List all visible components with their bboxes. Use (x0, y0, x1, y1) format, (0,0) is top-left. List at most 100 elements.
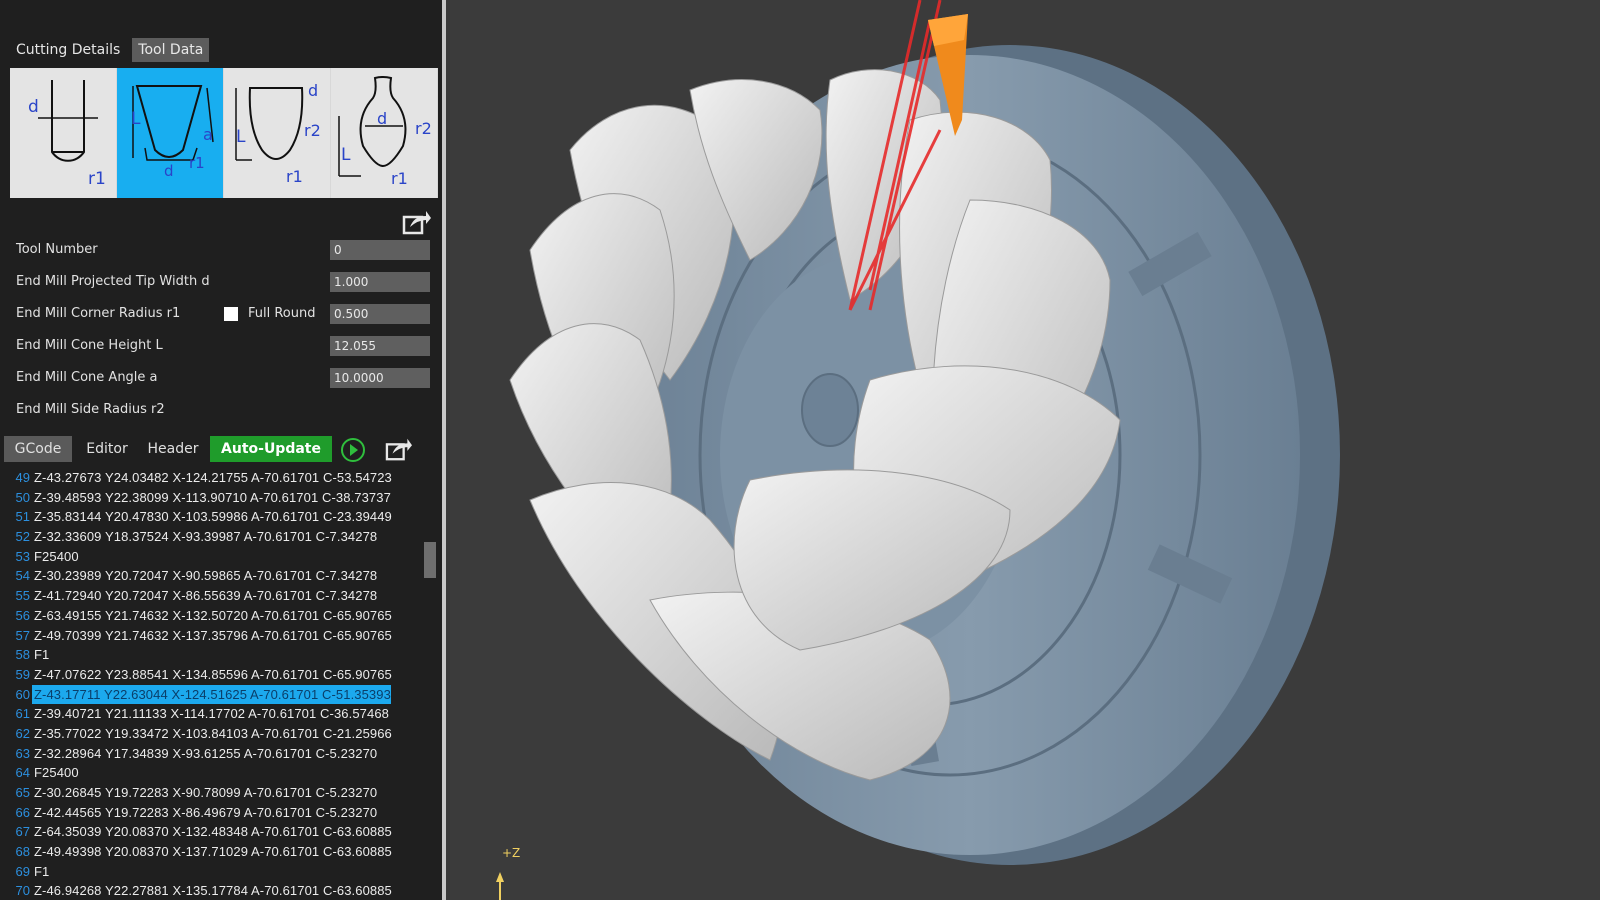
param-cone-height: End Mill Cone Height L 12.055 (16, 336, 430, 358)
gcode-line[interactable]: 66 Z-42.44565 Y19.72283 X-86.49679 A-70.6… (0, 803, 420, 823)
line-content: Z-39.48593 Y22.38099 X-113.90710 A-70.61… (34, 489, 391, 505)
svg-text:d: d (377, 109, 387, 128)
svg-text:r1: r1 (189, 154, 205, 172)
tool-shape-selector: d r1 L a d r1 d L r2 r1 d L r2 r1 (10, 68, 438, 198)
gcode-line[interactable]: 62 Z-35.77022 Y19.33472 X-103.84103 A-70.… (0, 724, 420, 744)
line-content: F25400 (34, 765, 79, 781)
line-content: F25400 (34, 548, 79, 564)
axis-z-label: +Z (502, 846, 521, 860)
line-number: 56 (15, 607, 30, 623)
gear-model-render (496, 0, 1340, 900)
param-label: End Mill Projected Tip Width d (16, 274, 210, 289)
gcode-line[interactable]: 55 Z-41.72940 Y20.72047 X-86.55639 A-70.6… (0, 586, 420, 606)
gcode-line[interactable]: 58 F1 (0, 645, 420, 665)
param-label: End Mill Side Radius r2 (16, 402, 165, 417)
gcode-line[interactable]: 52 Z-32.33609 Y18.37524 X-93.39987 A-70.6… (0, 527, 420, 547)
gcode-line[interactable]: 57 Z-49.70399 Y21.74632 X-137.35796 A-70.… (0, 626, 420, 646)
line-number: 63 (15, 745, 30, 761)
gcode-line[interactable]: 68 Z-49.49398 Y20.08370 X-137.71029 A-70.… (0, 842, 420, 862)
3d-viewport[interactable]: +Z (450, 0, 1600, 900)
tip-width-input[interactable]: 1.000 (330, 272, 430, 292)
line-content: Z-35.77022 Y19.33472 X-103.84103 A-70.61… (34, 725, 392, 741)
gcode-line[interactable]: 56 Z-63.49155 Y21.74632 X-132.50720 A-70.… (0, 606, 420, 626)
param-label: Tool Number (16, 242, 98, 257)
line-number: 51 (15, 509, 30, 525)
play-circle-icon[interactable] (340, 437, 366, 463)
tool-shape-tapered-end-mill[interactable]: L a d r1 (117, 68, 224, 198)
svg-text:d: d (308, 81, 318, 100)
full-round-toggle[interactable]: Full Round (224, 306, 316, 321)
line-number: 52 (15, 529, 30, 545)
tab-tool-data[interactable]: Tool Data (132, 38, 210, 62)
line-content: F1 (34, 863, 50, 879)
tool-shape-ball-end-mill[interactable]: d r1 (10, 68, 117, 198)
gcode-listing[interactable]: 49 Z-43.27673 Y24.03482 X-124.21755 A-70.… (0, 468, 420, 900)
gcode-line[interactable]: 53 F25400 (0, 547, 420, 567)
scrollbar-thumb[interactable] (424, 542, 436, 578)
param-cone-angle: End Mill Cone Angle a 10.0000 (16, 368, 430, 390)
barrel-tool-icon: d L r2 r1 (235, 81, 321, 186)
line-content: Z-49.70399 Y21.74632 X-137.35796 A-70.61… (34, 627, 392, 643)
gcode-line[interactable]: 61 Z-39.40721 Y21.11133 X-114.17702 A-70.… (0, 704, 420, 724)
cone-height-input[interactable]: 12.055 (330, 336, 430, 356)
gcode-line[interactable]: 54 Z-30.23989 Y20.72047 X-90.59865 A-70.6… (0, 566, 420, 586)
gcode-line[interactable]: 59 Z-47.07622 Y23.88541 X-134.85596 A-70.… (0, 665, 420, 685)
export-icon[interactable] (384, 436, 414, 462)
gcode-line[interactable]: 67 Z-64.35039 Y20.08370 X-132.48348 A-70.… (0, 822, 420, 842)
full-round-checkbox[interactable] (224, 306, 238, 321)
line-content: Z-64.35039 Y20.08370 X-132.48348 A-70.61… (34, 824, 392, 840)
line-content: Z-41.72940 Y20.72047 X-86.55639 A-70.617… (34, 588, 378, 604)
gcode-line[interactable]: 60 Z-43.17711 Y22.63044 X-124.51625 A-70.… (0, 684, 420, 705)
line-content: Z-32.33609 Y18.37524 X-93.39987 A-70.617… (34, 529, 378, 545)
gcode-line[interactable]: 64 F25400 (0, 763, 420, 783)
svg-text:r2: r2 (415, 119, 432, 138)
line-content: Z-30.26845 Y19.72283 X-90.78099 A-70.617… (34, 785, 378, 800)
export-icon[interactable] (402, 208, 432, 236)
gcode-line[interactable]: 70 Z-46.94268 Y22.27881 X-135.17784 A-70.… (0, 881, 420, 900)
param-label: End Mill Corner Radius r1 (16, 306, 181, 321)
svg-text:L: L (236, 127, 246, 147)
line-content: Z-32.28964 Y17.34839 X-93.61255 A-70.617… (34, 745, 378, 761)
tab-cutting-details[interactable]: Cutting Details (10, 38, 126, 62)
line-number: 58 (15, 647, 30, 663)
line-number: 62 (15, 725, 30, 741)
panel-tabs: Cutting Details Tool Data (10, 38, 215, 62)
gcode-line[interactable]: 51 Z-35.83144 Y20.47830 X-103.59986 A-70.… (0, 507, 420, 527)
corner-radius-input[interactable]: 0.500 (330, 304, 430, 324)
gcode-line[interactable]: 49 Z-43.27673 Y24.03482 X-124.21755 A-70.… (0, 468, 420, 488)
tool-shape-lens[interactable]: d L r2 r1 (331, 68, 438, 198)
svg-text:r1: r1 (391, 169, 408, 188)
line-content: Z-42.44565 Y19.72283 X-86.49679 A-70.617… (34, 804, 378, 820)
line-content: Z-30.23989 Y20.72047 X-90.59865 A-70.617… (34, 568, 378, 584)
auto-update-button[interactable]: Auto-Update (210, 436, 332, 462)
svg-text:r1: r1 (88, 169, 106, 189)
line-number: 59 (15, 666, 30, 682)
tab-header[interactable]: Header (140, 436, 206, 462)
line-number: 54 (15, 568, 30, 584)
line-content: Z-43.17711 Y22.63044 X-124.51625 A-70.61… (32, 684, 391, 705)
tool-shape-barrel[interactable]: d L r2 r1 (224, 68, 331, 198)
svg-text:L: L (341, 145, 351, 165)
line-number: 57 (15, 627, 30, 643)
tab-gcode[interactable]: GCode (4, 436, 72, 462)
line-number: 68 (15, 844, 30, 860)
code-tabs: GCode Editor Header Auto-Update (4, 436, 438, 462)
gcode-scrollbar[interactable] (422, 468, 438, 900)
line-number: 69 (15, 863, 30, 879)
gcode-line[interactable]: 69 F1 (0, 862, 420, 882)
line-content: Z-35.83144 Y20.47830 X-103.59986 A-70.61… (34, 509, 392, 525)
line-number: 66 (15, 804, 30, 820)
tab-editor[interactable]: Editor (74, 436, 140, 462)
svg-text:L: L (131, 109, 141, 129)
tool-number-input[interactable]: 0 (330, 240, 430, 260)
gcode-line[interactable]: 63 Z-32.28964 Y17.34839 X-93.61255 A-70.6… (0, 744, 420, 764)
param-corner-radius: End Mill Corner Radius r1 Full Round 0.5… (16, 304, 430, 326)
param-tip-width: End Mill Projected Tip Width d 1.000 (16, 272, 430, 294)
svg-text:d: d (28, 97, 39, 117)
line-content: Z-43.27673 Y24.03482 X-124.21755 A-70.61… (34, 470, 392, 485)
line-content: Z-39.40721 Y21.11133 X-114.17702 A-70.61… (34, 706, 389, 722)
cone-angle-input[interactable]: 10.0000 (330, 368, 430, 388)
gcode-line[interactable]: 50 Z-39.48593 Y22.38099 X-113.90710 A-70.… (0, 488, 420, 508)
line-number: 70 (15, 883, 30, 899)
gcode-line[interactable]: 65 Z-30.26845 Y19.72283 X-90.78099 A-70.6… (0, 783, 420, 803)
